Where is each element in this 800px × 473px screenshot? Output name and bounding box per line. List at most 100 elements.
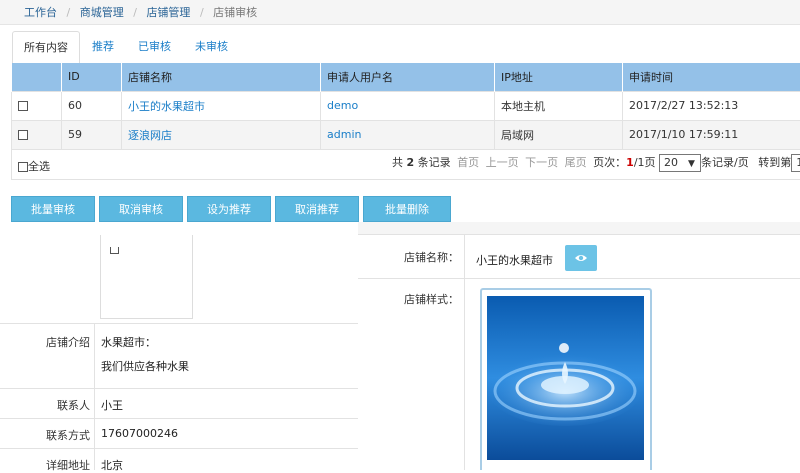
filter-tabs: 所有内容 推荐 已审核 未审核 <box>12 31 240 64</box>
divider <box>94 419 95 448</box>
phone-row: 联系方式 17607000246 <box>0 418 358 448</box>
page-label: 页次： <box>593 156 626 169</box>
divider <box>94 389 95 418</box>
breadcrumb-separator: / <box>67 6 71 19</box>
table-header-row: ID 店铺名称 申请人用户名 IP地址 申请时间 <box>12 63 800 91</box>
total-suffix: 条记录 <box>418 156 451 169</box>
column-header-time: 申请时间 <box>623 63 800 91</box>
shop-style-preview <box>480 288 652 470</box>
row-ip: 本地主机 <box>495 91 623 120</box>
column-header-shop-name: 店铺名称 <box>122 63 321 91</box>
water-drop-image <box>487 296 644 460</box>
per-page-label: 条记录/页 <box>701 156 749 169</box>
tab-all[interactable]: 所有内容 <box>12 31 80 65</box>
row-time: 2017/1/10 17:59:11 <box>623 120 800 149</box>
column-header-ip: IP地址 <box>495 63 623 91</box>
tab-recommended[interactable]: 推荐 <box>80 31 126 64</box>
row-time: 2017/2/27 13:52:13 <box>623 91 800 120</box>
shop-logo-preview <box>100 235 193 319</box>
username-link[interactable]: admin <box>327 128 361 141</box>
batch-delete-button[interactable]: 批量删除 <box>363 196 451 222</box>
divider <box>358 234 800 235</box>
shop-review-table: ID 店铺名称 申请人用户名 IP地址 申请时间 60 小王的水果超市 demo… <box>11 63 800 150</box>
row-username-cell: demo <box>321 91 495 120</box>
row-checkbox[interactable] <box>18 101 28 111</box>
shop-detail-right: 店铺名称： 小王的水果超市 店铺样式： <box>358 222 800 470</box>
row-checkbox[interactable] <box>18 130 28 140</box>
divider <box>358 278 800 279</box>
select-all-checkbox[interactable] <box>18 162 28 172</box>
contact-label: 联系人 <box>57 397 90 413</box>
shop-name-link[interactable]: 逐浪网店 <box>128 129 172 142</box>
breadcrumb-current: 店铺审核 <box>213 6 257 19</box>
intro-label: 店铺介绍 <box>46 334 90 350</box>
preview-button[interactable] <box>565 245 597 271</box>
divider <box>94 449 95 470</box>
page-size-value: 20 <box>664 156 678 169</box>
image-placeholder-icon <box>110 247 119 254</box>
first-page-link[interactable]: 首页 <box>457 156 479 169</box>
eye-icon <box>565 245 597 271</box>
page-current: 1 <box>626 156 634 169</box>
pagination-bar: 全选 共 2 条记录 首页 上一页 下一页 尾页 页次：1/1页 20▼条记录/… <box>11 150 800 180</box>
panel-top-strip <box>358 222 800 234</box>
row-id: 60 <box>62 91 122 120</box>
chevron-down-icon: ▼ <box>688 159 695 169</box>
action-toolbar: 批量审核 取消审核 设为推荐 取消推荐 批量删除 <box>11 196 455 222</box>
address-label: 详细地址 <box>46 457 90 473</box>
page-size-select[interactable]: 20 ▼ <box>659 154 701 172</box>
address-row: 详细地址 北京 <box>0 448 358 470</box>
tab-pending[interactable]: 未审核 <box>183 31 240 64</box>
last-page-link[interactable]: 尾页 <box>565 156 587 169</box>
divider <box>464 234 465 470</box>
breadcrumb-shop-management[interactable]: 店铺管理 <box>146 6 190 19</box>
prev-page-link[interactable]: 上一页 <box>486 156 519 169</box>
intro-line-2: 我们供应各种水果 <box>101 358 189 374</box>
select-all-label: 全选 <box>28 160 50 173</box>
phone-label: 联系方式 <box>46 427 90 443</box>
set-recommend-button[interactable]: 设为推荐 <box>187 196 271 222</box>
intro-row: 店铺介绍 水果超市： 我们供应各种水果 <box>0 323 358 388</box>
breadcrumb-separator: / <box>133 6 137 19</box>
column-header-id: ID <box>62 63 122 91</box>
shop-name-link[interactable]: 小王的水果超市 <box>128 100 205 113</box>
batch-approve-button[interactable]: 批量审核 <box>11 196 95 222</box>
breadcrumb-mall-management[interactable]: 商城管理 <box>80 6 124 19</box>
contact-row: 联系人 小王 <box>0 388 358 418</box>
goto-page-value: 1 <box>796 156 800 169</box>
column-header-select <box>12 63 62 91</box>
page-total: /1页 <box>634 156 656 169</box>
row-username-cell: admin <box>321 120 495 149</box>
divider <box>94 324 95 388</box>
row-select-cell <box>12 120 62 149</box>
table-row: 60 小王的水果超市 demo 本地主机 2017/2/27 13:52:13 <box>12 91 800 120</box>
total-count: 2 <box>407 156 415 169</box>
goto-page-select[interactable]: 1▼ <box>791 154 800 172</box>
shop-name-label: 店铺名称： <box>404 249 459 265</box>
row-shop-name-cell: 小王的水果超市 <box>122 91 321 120</box>
breadcrumb-workbench[interactable]: 工作台 <box>24 6 57 19</box>
cancel-recommend-button[interactable]: 取消推荐 <box>275 196 359 222</box>
tab-approved[interactable]: 已审核 <box>126 31 183 64</box>
shop-detail-left: 店铺介绍 水果超市： 我们供应各种水果 联系人 小王 联系方式 17607000… <box>0 222 358 470</box>
cancel-approve-button[interactable]: 取消审核 <box>99 196 183 222</box>
row-id: 59 <box>62 120 122 149</box>
breadcrumb-separator: / <box>200 6 204 19</box>
username-link[interactable]: demo <box>327 99 358 112</box>
next-page-link[interactable]: 下一页 <box>525 156 558 169</box>
column-header-username: 申请人用户名 <box>321 63 495 91</box>
intro-line-1: 水果超市： <box>101 334 156 350</box>
breadcrumb: 工作台 / 商城管理 / 店铺管理 / 店铺审核 <box>0 0 800 25</box>
total-prefix: 共 <box>392 156 403 169</box>
pagination: 共 2 条记录 首页 上一页 下一页 尾页 页次：1/1页 20▼条记录/页 转… <box>392 154 800 172</box>
row-shop-name-cell: 逐浪网店 <box>122 120 321 149</box>
phone-value: 17607000246 <box>101 427 178 440</box>
goto-label: 转到第 <box>758 156 791 169</box>
contact-value: 小王 <box>101 397 123 413</box>
row-ip: 局域网 <box>495 120 623 149</box>
shop-name-value: 小王的水果超市 <box>476 252 553 268</box>
table-row: 59 逐浪网店 admin 局域网 2017/1/10 17:59:11 <box>12 120 800 149</box>
shop-style-label: 店铺样式： <box>404 291 459 307</box>
address-value: 北京 <box>101 457 123 473</box>
select-all[interactable]: 全选 <box>18 158 50 174</box>
